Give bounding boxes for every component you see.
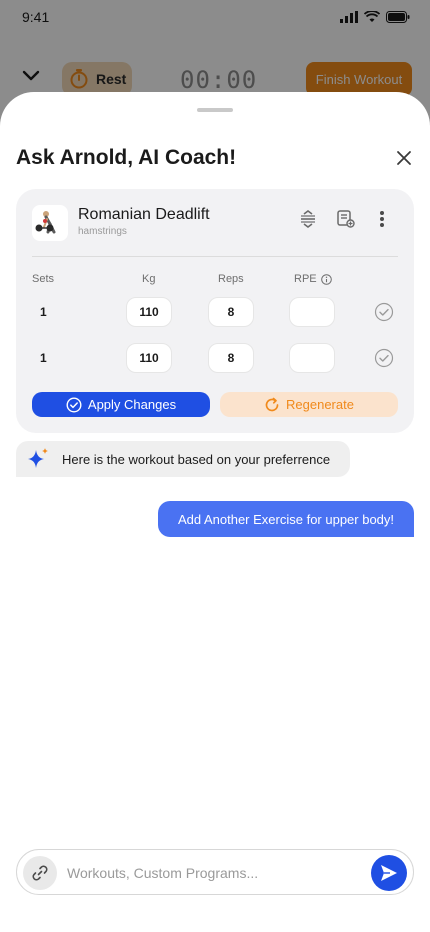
- refresh-icon: [265, 397, 279, 411]
- kg-input[interactable]: 110: [126, 343, 172, 373]
- notes-icon[interactable]: [336, 209, 356, 229]
- more-icon[interactable]: [372, 209, 392, 229]
- reorder-icon[interactable]: [298, 209, 318, 229]
- reps-input[interactable]: 8: [208, 297, 254, 327]
- rpe-input[interactable]: [289, 343, 335, 373]
- message-input[interactable]: [67, 858, 367, 888]
- exercise-name: Romanian Deadlift: [78, 206, 210, 223]
- rpe-input[interactable]: [289, 297, 335, 327]
- close-icon[interactable]: [396, 150, 412, 166]
- regenerate-button[interactable]: Regenerate: [220, 392, 398, 417]
- sheet-title: Ask Arnold, AI Coach!: [16, 146, 237, 169]
- attach-button[interactable]: [23, 856, 57, 890]
- exercise-thumbnail: [32, 205, 68, 241]
- apply-changes-label: Apply Changes: [87, 397, 177, 412]
- message-composer: [16, 849, 414, 895]
- exercise-muscle: hamstrings: [78, 226, 127, 237]
- set-complete-check-icon[interactable]: [374, 302, 394, 322]
- kg-input[interactable]: 110: [126, 297, 172, 327]
- reps-header: Reps: [218, 273, 244, 285]
- regenerate-label: Regenerate: [286, 397, 354, 412]
- sets-header: Sets: [32, 273, 55, 285]
- card-divider: [32, 256, 398, 257]
- rpe-header: RPE: [294, 273, 332, 285]
- exercise-card: Romanian Deadlift hamstrings Sets Kg Rep…: [16, 189, 414, 433]
- kg-header: Kg: [142, 273, 156, 285]
- send-icon: [381, 865, 397, 881]
- apply-changes-button[interactable]: Apply Changes: [32, 392, 210, 417]
- send-button[interactable]: [371, 855, 407, 891]
- set-number: 1: [40, 305, 47, 319]
- set-complete-check-icon[interactable]: [374, 348, 394, 368]
- set-number: 1: [40, 351, 47, 365]
- ai-coach-sheet: Ask Arnold, AI Coach! Romanian Deadlift …: [0, 92, 430, 932]
- sheet-drag-handle[interactable]: [197, 108, 233, 112]
- sparkle-icon: [28, 448, 48, 468]
- info-icon[interactable]: [320, 273, 332, 285]
- ai-message-bubble: Here is the workout based on your prefer…: [16, 441, 350, 477]
- reps-input[interactable]: 8: [208, 343, 254, 373]
- deadlift-figure-icon: [35, 211, 56, 234]
- check-circle-icon: [66, 396, 82, 413]
- user-message-bubble: Add Another Exercise for upper body!: [158, 501, 414, 537]
- rpe-header-label: RPE: [294, 273, 317, 285]
- paperclip-icon: [32, 865, 48, 881]
- ai-message-text: Here is the workout based on your prefer…: [62, 451, 331, 467]
